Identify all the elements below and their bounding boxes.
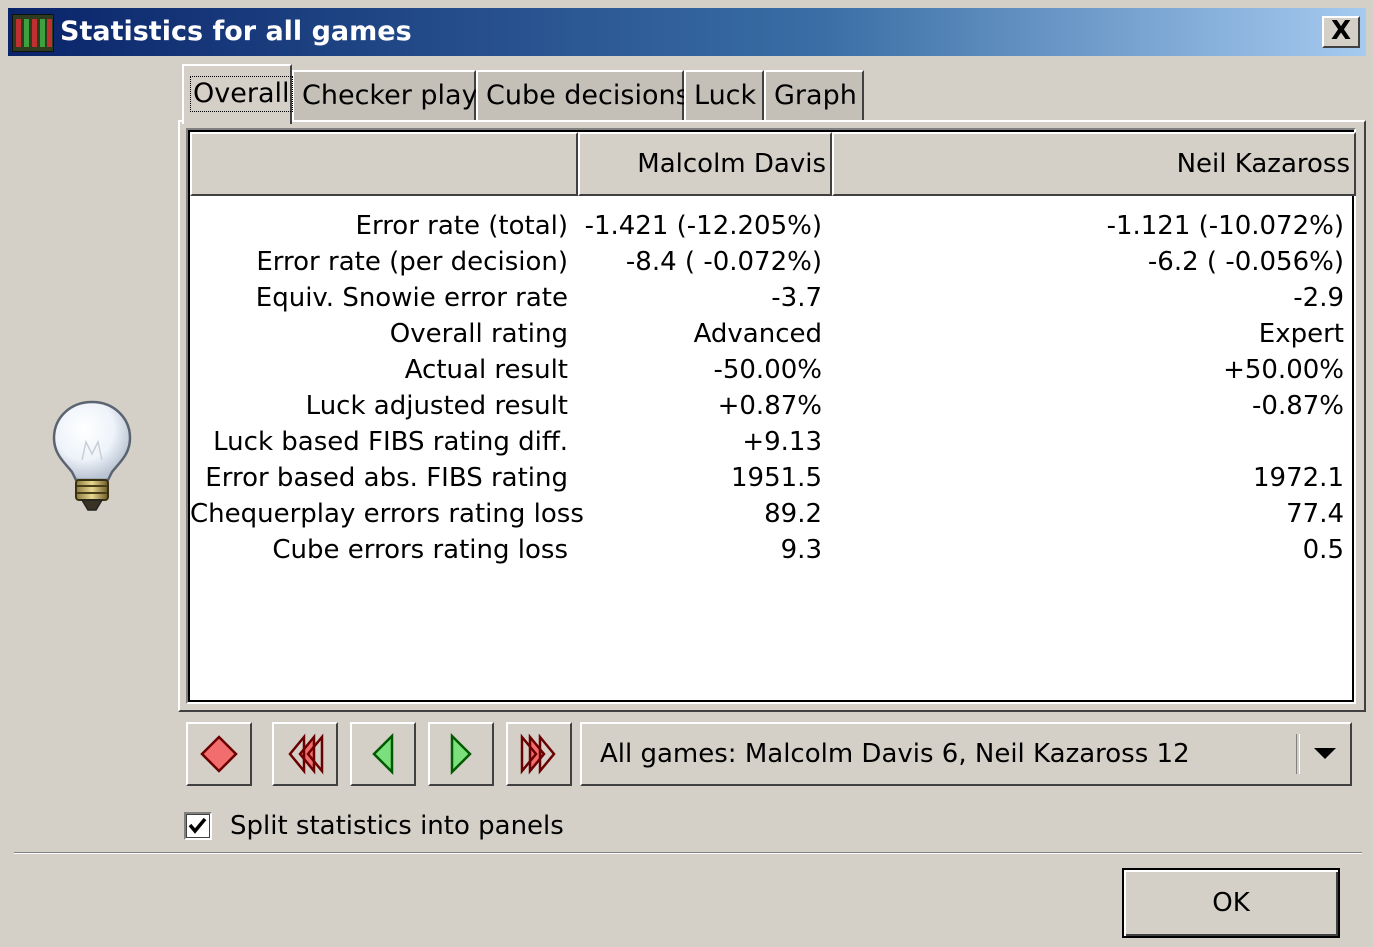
next-game-button[interactable]	[428, 722, 494, 786]
player1-value: 89.2	[764, 499, 822, 529]
table-row: Error rate (per decision) -8.4 ( -0.072%…	[190, 244, 1352, 280]
column-header-player2[interactable]: Neil Kazaross	[832, 132, 1356, 196]
player1-value: -50.00%	[713, 355, 822, 385]
statistics-table-frame: Malcolm Davis Neil Kazaross Error rate (…	[186, 128, 1356, 704]
player2-value: +50.00%	[1223, 355, 1344, 385]
row-label: Error rate (per decision)	[256, 247, 568, 277]
table-row: Error rate (total) -1.421 (-12.205%) -1.…	[190, 208, 1352, 244]
player2-value: 1972.1	[1253, 463, 1344, 493]
window-title: Statistics for all games	[60, 16, 412, 47]
last-game-button[interactable]	[506, 722, 572, 786]
table-row: Luck based FIBS rating diff. +9.13	[190, 424, 1352, 460]
tab-label: Checker play	[302, 80, 478, 111]
lightbulb-icon	[50, 398, 134, 514]
stop-button[interactable]	[186, 722, 252, 786]
player2-value: -6.2 ( -0.056%)	[1147, 247, 1344, 277]
split-statistics-checkbox[interactable]	[184, 812, 212, 840]
close-button[interactable]: X	[1322, 16, 1360, 48]
tab-label: Graph	[774, 80, 857, 111]
tab-checker-play[interactable]: Checker play	[292, 70, 478, 120]
row-label: Luck based FIBS rating diff.	[213, 427, 568, 457]
table-row: Chequerplay errors rating loss 89.2 77.4	[190, 496, 1352, 532]
dropdown-separator	[1296, 734, 1300, 774]
row-label: Cube errors rating loss	[272, 535, 568, 565]
table-row: Error based abs. FIBS rating 1951.5 1972…	[190, 460, 1352, 496]
player1-value: -3.7	[771, 283, 822, 313]
tab-overall[interactable]: Overall	[182, 64, 293, 124]
statistics-dialog: Statistics for all games X Overall Check…	[0, 0, 1373, 947]
table-row: Actual result -50.00% +50.00%	[190, 352, 1352, 388]
tab-cube-decisions[interactable]: Cube decisions	[476, 70, 690, 120]
row-label: Actual result	[404, 355, 568, 385]
player2-value: Expert	[1258, 319, 1344, 349]
footer-divider	[14, 852, 1362, 854]
last-game-icon	[520, 733, 556, 775]
title-bar[interactable]: Statistics for all games X	[8, 8, 1366, 56]
split-statistics-label[interactable]: Split statistics into panels	[230, 808, 564, 844]
stop-icon	[200, 735, 238, 773]
checkmark-icon	[188, 817, 207, 834]
tab-label: Luck	[694, 80, 757, 111]
tab-luck[interactable]: Luck	[684, 70, 764, 120]
app-icon	[12, 14, 54, 52]
previous-game-button[interactable]	[350, 722, 416, 786]
game-selector-dropdown[interactable]: All games: Malcolm Davis 6, Neil Kazaros…	[580, 722, 1352, 786]
player1-value: +0.87%	[717, 391, 822, 421]
tab-panel: Malcolm Davis Neil Kazaross Error rate (…	[178, 120, 1366, 712]
row-label: Error rate (total)	[355, 211, 568, 241]
table-row: Overall rating Advanced Expert	[190, 316, 1352, 352]
tab-label: Overall	[190, 76, 293, 112]
player2-value: 77.4	[1286, 499, 1344, 529]
game-selector-value: All games: Malcolm Davis 6, Neil Kazaros…	[600, 739, 1190, 769]
first-game-icon	[288, 733, 324, 775]
player1-value: 9.3	[780, 535, 822, 565]
column-header-label[interactable]	[190, 132, 578, 196]
player2-value: -0.87%	[1252, 391, 1344, 421]
tab-graph[interactable]: Graph	[764, 70, 864, 120]
player2-value: -2.9	[1293, 283, 1344, 313]
table-row: Luck adjusted result +0.87% -0.87%	[190, 388, 1352, 424]
player1-value: 1951.5	[731, 463, 822, 493]
player2-value: 0.5	[1302, 535, 1344, 565]
table-row: Equiv. Snowie error rate -3.7 -2.9	[190, 280, 1352, 316]
player1-value: -1.421 (-12.205%)	[584, 211, 822, 241]
row-label: Equiv. Snowie error rate	[255, 283, 568, 313]
row-label: Luck adjusted result	[305, 391, 568, 421]
player1-value: Advanced	[693, 319, 822, 349]
column-header-player1[interactable]: Malcolm Davis	[578, 132, 832, 196]
player1-value: +9.13	[742, 427, 822, 457]
ok-button[interactable]: OK	[1122, 868, 1340, 938]
next-game-icon	[450, 732, 472, 776]
tab-label: Cube decisions	[486, 80, 690, 111]
first-game-button[interactable]	[272, 722, 338, 786]
row-label: Overall rating	[389, 319, 568, 349]
player1-value: -8.4 ( -0.072%)	[625, 247, 822, 277]
row-label: Error based abs. FIBS rating	[205, 463, 568, 493]
previous-game-icon	[372, 732, 394, 776]
chevron-down-icon[interactable]	[1314, 748, 1336, 759]
table-row: Cube errors rating loss 9.3 0.5	[190, 532, 1352, 568]
player2-value: -1.121 (-10.072%)	[1106, 211, 1344, 241]
row-label: Chequerplay errors rating loss	[190, 499, 584, 529]
statistics-table: Malcolm Davis Neil Kazaross Error rate (…	[188, 130, 1356, 702]
